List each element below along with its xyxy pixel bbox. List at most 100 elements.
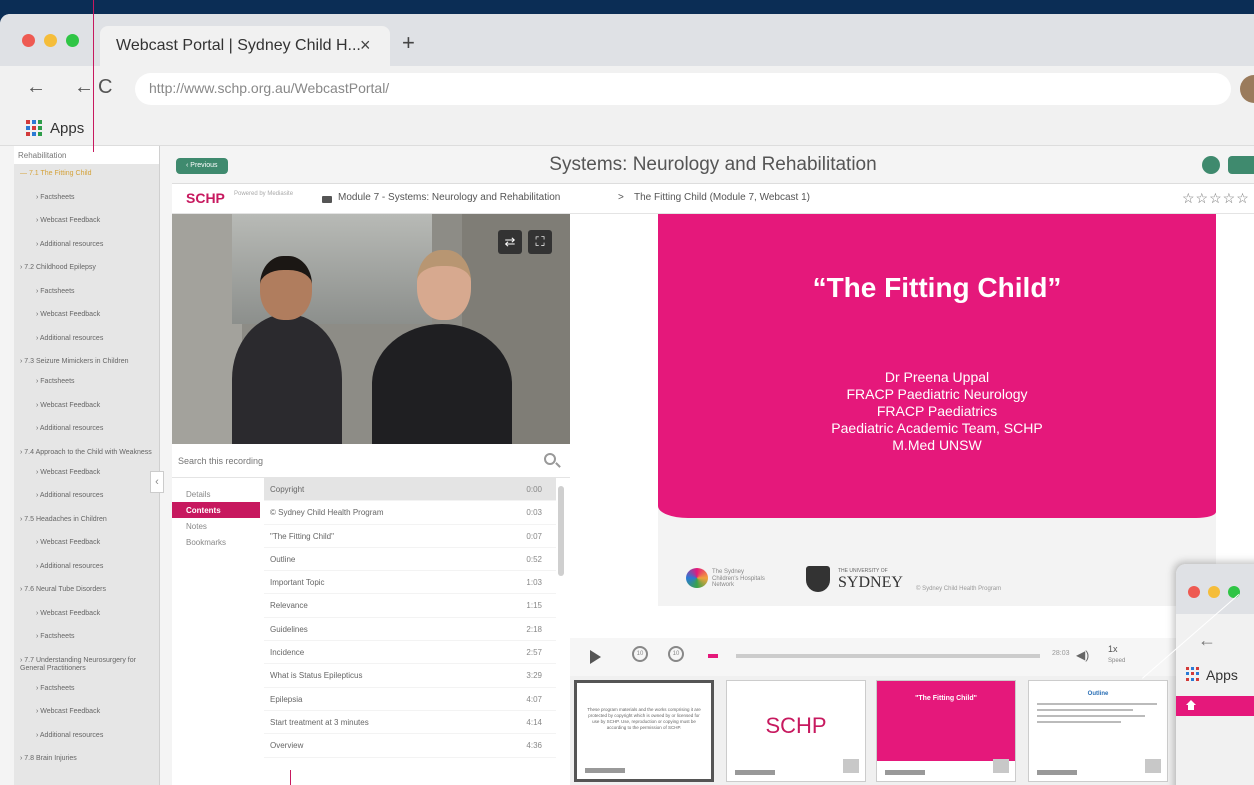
minimize-window-dot[interactable] <box>44 34 57 47</box>
contents-time: 2:18 <box>526 624 542 634</box>
collapse-sidebar-icon[interactable]: ‹ <box>150 471 164 493</box>
contents-row[interactable]: Copyright 0:00 <box>264 478 556 502</box>
sidebar-subitem[interactable]: › Additional resources <box>14 235 159 259</box>
tab-close-icon[interactable]: × <box>360 35 371 56</box>
sidebar-current-section[interactable]: Rehabilitation <box>14 146 159 164</box>
contents-time: 0:03 <box>526 508 542 518</box>
search-recording-input[interactable] <box>178 452 518 470</box>
swap-layout-icon[interactable]: ⇄ <box>498 230 522 254</box>
contents-time: 0:07 <box>526 531 542 541</box>
contents-scrollbar[interactable] <box>558 486 564 576</box>
home-icon[interactable] <box>1186 700 1196 710</box>
sidebar-subitem[interactable]: › Additional resources <box>14 419 159 443</box>
sidebar-subitem[interactable]: › Factsheets <box>14 282 159 306</box>
tab-contents[interactable]: Contents <box>172 502 260 518</box>
mini-close-dot[interactable] <box>1188 586 1200 598</box>
contents-row[interactable]: What is Status Epilepticus 3:29 <box>264 664 556 688</box>
sidebar-subitem[interactable]: › Factsheets <box>14 188 159 212</box>
skip-forward-icon[interactable]: 10 <box>668 646 684 662</box>
skip-back-icon[interactable]: 10 <box>632 646 648 662</box>
sidebar-item[interactable]: › 7.6 Neural Tube Disorders <box>14 580 159 604</box>
thumbnail-title[interactable]: "The Fitting Child" <box>876 680 1016 782</box>
tab-notes[interactable]: Notes <box>172 518 260 534</box>
forward-arrow-icon[interactable]: ← <box>74 76 94 99</box>
presenter-video[interactable]: ⇄ ⛶ <box>172 214 570 444</box>
browser-window: Webcast Portal | Sydney Child H... × + ←… <box>0 14 1254 785</box>
partner-name: The Sydney Children's Hospitals Network <box>712 569 765 589</box>
contents-row[interactable]: Incidence 2:57 <box>264 641 556 665</box>
contents-row[interactable]: Outline 0:52 <box>264 548 556 572</box>
sidebar-item[interactable]: › 7.4 Approach to the Child with Weaknes… <box>14 443 159 463</box>
sidebar-item-label: 7.2 Childhood Epilepsy <box>24 264 96 271</box>
mini-apps-bookmark[interactable]: Apps <box>1206 667 1238 683</box>
contents-time: 1:15 <box>526 601 542 611</box>
address-bar[interactable]: http://www.schp.org.au/WebcastPortal/ <box>135 73 1231 105</box>
sidebar-subitem[interactable]: › Additional resources <box>14 557 159 581</box>
thumbnail-footer <box>885 770 925 775</box>
sidebar-subitem[interactable]: › Webcast Feedback <box>14 604 159 628</box>
rating-stars[interactable]: ☆☆☆☆☆ <box>1182 190 1250 207</box>
speed-value[interactable]: 1x <box>1108 644 1118 654</box>
sidebar-subitem[interactable]: › Additional resources <box>14 329 159 353</box>
contents-row[interactable]: Relevance 1:15 <box>264 594 556 618</box>
thumbnail-outline[interactable]: Outline <box>1028 680 1168 782</box>
second-browser-window[interactable]: ← Apps <box>1176 564 1254 785</box>
mini-apps-grid-icon[interactable] <box>1186 667 1200 681</box>
contents-row[interactable]: Guidelines 2:18 <box>264 618 556 642</box>
sidebar-subitem[interactable]: › Webcast Feedback <box>14 396 159 420</box>
chevron-right-icon: — <box>20 170 29 177</box>
sidebar-item-label: Webcast Feedback <box>40 468 101 476</box>
sidebar-item[interactable]: › 7.2 Childhood Epilepsy <box>14 258 159 282</box>
maximize-window-dot[interactable] <box>66 34 79 47</box>
new-tab-icon[interactable]: + <box>402 30 415 56</box>
tab-details[interactable]: Details <box>172 486 260 502</box>
progress-bar[interactable] <box>736 654 1040 658</box>
current-slide: “The Fitting Child” Dr Preena Uppal FRACP… <box>658 214 1216 606</box>
fullscreen-icon[interactable]: ⛶ <box>528 230 552 254</box>
thumbnail-copyright[interactable]: These program materials and the works co… <box>574 680 714 782</box>
sidebar-item[interactable]: › 7.5 Headaches in Children <box>14 510 159 534</box>
sidebar-subitem[interactable]: › Webcast Feedback <box>14 463 159 487</box>
back-arrow-icon[interactable]: ← <box>26 76 46 99</box>
sidebar-subitem[interactable]: › Webcast Feedback <box>14 702 159 726</box>
sidebar-item-label: Factsheets <box>40 193 75 201</box>
contents-row[interactable]: Important Topic 1:03 <box>264 571 556 595</box>
play-icon[interactable] <box>590 650 601 664</box>
continue-button[interactable] <box>1228 156 1254 174</box>
sidebar-subitem[interactable]: › Factsheets <box>14 372 159 396</box>
close-window-dot[interactable] <box>22 34 35 47</box>
apps-grid-icon[interactable] <box>26 120 42 136</box>
browser-tab[interactable]: Webcast Portal | Sydney Child H... × <box>100 26 390 66</box>
sidebar-subitem[interactable]: › Webcast Feedback <box>14 533 159 557</box>
volume-icon[interactable]: ◀) <box>1076 648 1089 662</box>
contents-row[interactable]: "The Fitting Child" 0:07 <box>264 525 556 548</box>
search-icon[interactable] <box>544 453 556 465</box>
sidebar-subitem[interactable]: › Webcast Feedback <box>14 305 159 329</box>
contents-row[interactable]: Start treatment at 3 minutes 4:14 <box>264 711 556 735</box>
sidebar-subitem[interactable]: › Additional resources <box>14 726 159 750</box>
thumbnail-pink: "The Fitting Child" <box>877 681 1015 761</box>
mini-back-arrow-icon[interactable]: ← <box>1198 630 1216 651</box>
sidebar-item[interactable]: › 7.3 Seizure Mimickers in Children <box>14 352 159 372</box>
sidebar-item[interactable]: › 7.8 Brain Injuries <box>14 749 159 773</box>
profile-avatar[interactable] <box>1240 75 1254 103</box>
sidebar-item[interactable]: — 7.1 The Fitting Child <box>14 164 159 188</box>
contents-row[interactable]: Epilepsia 4:07 <box>264 688 556 711</box>
mini-minimize-dot[interactable] <box>1208 586 1220 598</box>
url-text: http://www.schp.org.au/WebcastPortal/ <box>149 80 390 96</box>
contents-row[interactable]: © Sydney Child Health Program 0:03 <box>264 501 556 525</box>
sidebar-subitem[interactable]: › Additional resources <box>14 486 159 510</box>
contents-row[interactable]: Overview 4:36 <box>264 734 556 758</box>
slide-thumbnails: These program materials and the works co… <box>570 676 1254 785</box>
sidebar-item[interactable]: › 7.7 Understanding Neurosurgery for Gen… <box>14 651 159 679</box>
sidebar-subitem[interactable]: › Factsheets <box>14 679 159 703</box>
options-button[interactable] <box>1202 156 1220 174</box>
partner-mark-icon <box>686 568 708 588</box>
sidebar-subitem[interactable]: › Factsheets <box>14 627 159 651</box>
breadcrumb-module[interactable]: Module 7 - Systems: Neurology and Rehabi… <box>338 192 560 203</box>
sidebar-subitem[interactable]: › Webcast Feedback <box>14 211 159 235</box>
tab-bookmarks[interactable]: Bookmarks <box>172 534 260 550</box>
apps-bookmark[interactable]: Apps <box>50 120 84 137</box>
reload-icon[interactable]: C <box>98 76 112 99</box>
thumbnail-schp[interactable]: SCHP <box>726 680 866 782</box>
